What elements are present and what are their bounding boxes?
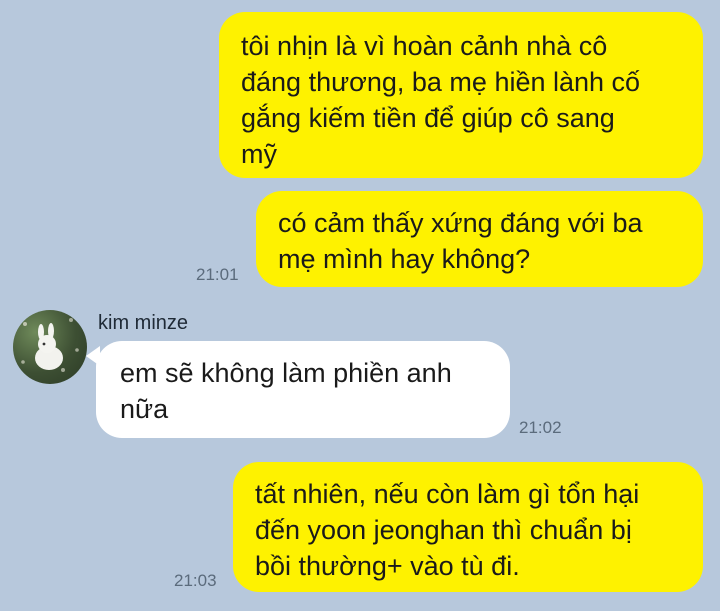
message-timestamp: 21:03	[174, 571, 217, 590]
contact-avatar[interactable]	[13, 310, 87, 384]
message-bubble-outgoing[interactable]: tất nhiên, nếu còn làm gì tổn hại đến yo…	[233, 462, 703, 592]
message-timestamp: 21:01	[196, 265, 239, 284]
message-bubble-outgoing[interactable]: tôi nhịn là vì hoàn cảnh nhà cô đáng thư…	[219, 12, 703, 178]
message-timestamp: 21:02	[519, 418, 562, 437]
sender-name: kim minze	[98, 312, 189, 334]
avatar-image	[21, 318, 79, 372]
message-bubble-incoming[interactable]: em sẽ không làm phiền anh nữa	[96, 341, 510, 438]
message-bubble-outgoing[interactable]: có cảm thấy xứng đáng với ba mẹ mình hay…	[256, 191, 703, 287]
